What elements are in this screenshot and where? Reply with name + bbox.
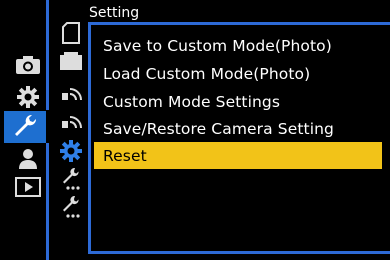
menu-item-label: Reset	[103, 146, 147, 165]
frame-top-line	[88, 22, 390, 25]
playback-icon	[15, 177, 41, 201]
menu-item-custom-mode-settings[interactable]: Custom Mode Settings	[94, 88, 382, 115]
wireless-icon	[60, 108, 82, 134]
menu-item-reset[interactable]: Reset	[94, 142, 382, 169]
wrench-dots-icon	[60, 167, 82, 195]
subtab-setup-2[interactable]	[56, 195, 86, 223]
subtab-setup-1[interactable]	[56, 167, 86, 195]
person-icon	[17, 148, 39, 174]
wireless-icon	[60, 80, 82, 106]
tab-setup[interactable]	[4, 111, 46, 143]
menu-item-label: Save to Custom Mode(Photo)	[103, 36, 332, 55]
subtab-wireless-2[interactable]	[56, 108, 86, 134]
frame-sub-line	[88, 22, 91, 254]
subtab-wireless-1[interactable]	[56, 80, 86, 106]
monitor-icon	[59, 51, 83, 75]
tab-custom[interactable]	[8, 84, 48, 114]
camera-icon	[15, 55, 41, 79]
gear-icon	[16, 85, 40, 113]
tab-playback[interactable]	[8, 174, 48, 204]
menu-item-label: Load Custom Mode(Photo)	[103, 64, 311, 83]
tab-photo[interactable]	[8, 52, 48, 82]
frame-bottom-line	[88, 251, 390, 254]
card-icon	[62, 22, 80, 48]
menu-item-load-custom-mode[interactable]: Load Custom Mode(Photo)	[94, 60, 382, 87]
subtab-monitor[interactable]	[56, 50, 86, 76]
page-title: Setting	[89, 5, 140, 21]
tab-my-menu[interactable]	[8, 146, 48, 176]
menu-item-label: Custom Mode Settings	[103, 92, 281, 111]
menu-item-label: Save/Restore Camera Setting	[103, 119, 334, 138]
subtab-card[interactable]	[56, 22, 86, 48]
subtab-custom-gear[interactable]	[56, 140, 86, 166]
gear-icon	[59, 139, 83, 167]
menu-item-save-restore-settings[interactable]: Save/Restore Camera Setting	[94, 115, 382, 142]
wrench-icon	[12, 112, 38, 142]
menu-item-save-custom-mode[interactable]: Save to Custom Mode(Photo)	[94, 32, 382, 59]
wrench-dots-icon	[60, 195, 82, 223]
